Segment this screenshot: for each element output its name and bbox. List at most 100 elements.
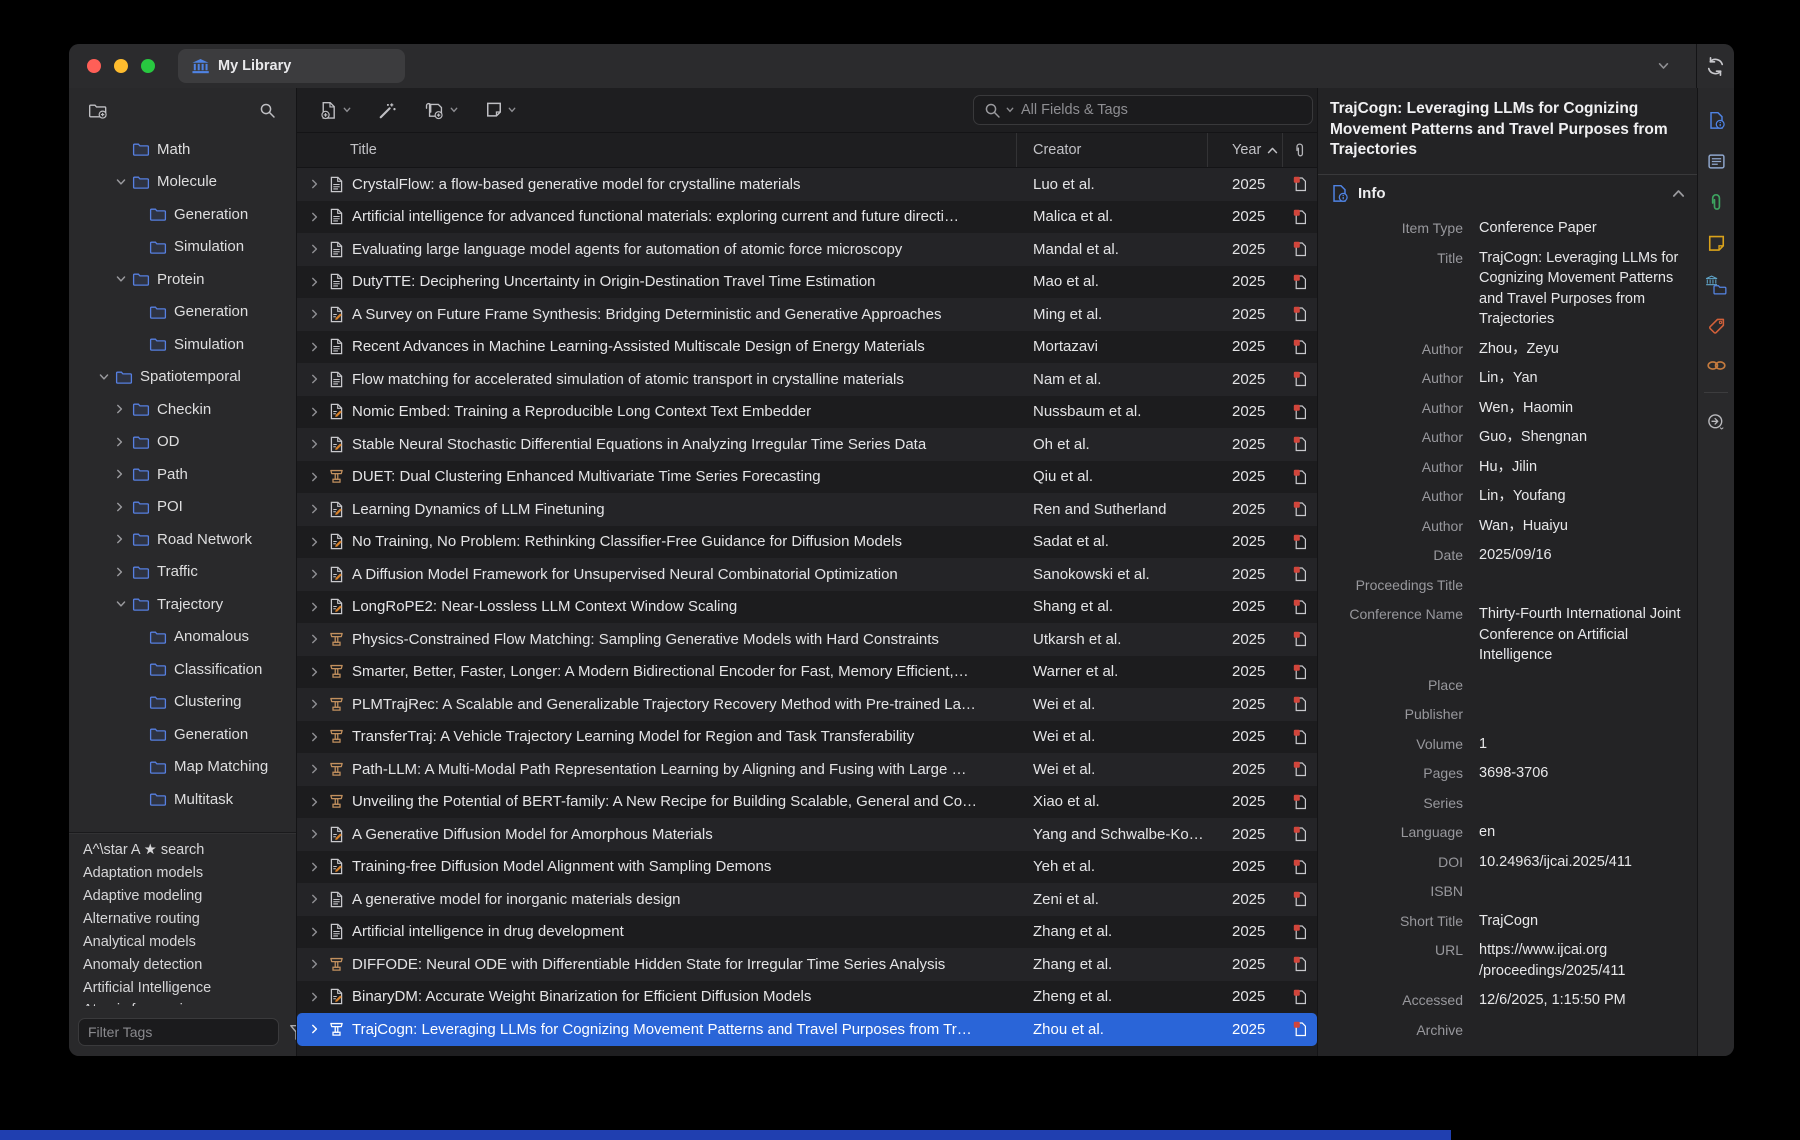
- new-collection-button[interactable]: [88, 102, 108, 119]
- new-note-button[interactable]: [485, 101, 516, 119]
- collection-traffic[interactable]: Traffic: [69, 556, 296, 589]
- row-twisty-icon[interactable]: [311, 698, 323, 710]
- new-item-button[interactable]: [319, 101, 351, 120]
- row-twisty-icon[interactable]: [311, 796, 323, 808]
- tag-item[interactable]: Adaptation models: [69, 862, 296, 885]
- tag-item[interactable]: Anomaly detection: [69, 954, 296, 977]
- item-row[interactable]: TransferTraj: A Vehicle Trajectory Learn…: [297, 721, 1317, 754]
- tag-item[interactable]: Atomic force microscopy: [69, 1000, 296, 1006]
- row-twisty-icon[interactable]: [311, 276, 323, 288]
- collection-math[interactable]: Math: [69, 133, 296, 166]
- field-value[interactable]: 10.24963/ijcai.2025/411: [1479, 852, 1687, 873]
- collection-molecule[interactable]: Molecule: [69, 166, 296, 199]
- field-value[interactable]: en: [1479, 822, 1687, 843]
- row-twisty-icon[interactable]: [311, 991, 323, 1003]
- item-row[interactable]: DUET: Dual Clustering Enhanced Multivari…: [297, 461, 1317, 494]
- tree-twisty-icon[interactable]: [116, 178, 132, 186]
- minimize-window-button[interactable]: [114, 59, 128, 73]
- item-row[interactable]: A Generative Diffusion Model for Amorpho…: [297, 818, 1317, 851]
- collection-checkin[interactable]: Checkin: [69, 393, 296, 426]
- row-twisty-icon[interactable]: [311, 601, 323, 613]
- column-header-year[interactable]: Year: [1208, 133, 1283, 167]
- collection-anomalous[interactable]: Anomalous: [69, 621, 296, 654]
- filter-tags-input[interactable]: [78, 1018, 279, 1046]
- pdf-attachment-icon[interactable]: [1283, 371, 1317, 387]
- pdf-attachment-icon[interactable]: [1283, 176, 1317, 192]
- row-twisty-icon[interactable]: [311, 633, 323, 645]
- collection-search-button[interactable]: [259, 102, 276, 119]
- column-header-title[interactable]: Title: [297, 133, 1017, 167]
- field-value[interactable]: [1479, 704, 1687, 725]
- tree-twisty-icon[interactable]: [116, 566, 132, 578]
- item-row[interactable]: Artificial intelligence in drug developm…: [297, 916, 1317, 949]
- pane-tab-info-icon[interactable]: [1707, 111, 1726, 130]
- item-row[interactable]: No Training, No Problem: Rethinking Clas…: [297, 526, 1317, 559]
- tag-item[interactable]: Analytical models: [69, 931, 296, 954]
- item-row[interactable]: LongRoPE2: Near-Lossless LLM Context Win…: [297, 591, 1317, 624]
- item-row[interactable]: Path-LLM: A Multi-Modal Path Representat…: [297, 753, 1317, 786]
- item-row[interactable]: Stable Neural Stochastic Differential Eq…: [297, 428, 1317, 461]
- pdf-attachment-icon[interactable]: [1283, 436, 1317, 452]
- row-twisty-icon[interactable]: [311, 503, 323, 515]
- pane-tab-attachments-icon[interactable]: [1707, 193, 1726, 212]
- tag-item[interactable]: Adaptive modeling: [69, 885, 296, 908]
- collection-multitask[interactable]: Multitask: [69, 783, 296, 816]
- collection-generation[interactable]: Generation: [69, 198, 296, 231]
- row-twisty-icon[interactable]: [311, 406, 323, 418]
- item-row[interactable]: Training-free Diffusion Model Alignment …: [297, 851, 1317, 884]
- collection-generation[interactable]: Generation: [69, 718, 296, 751]
- field-value[interactable]: Hu，Jilin: [1479, 457, 1687, 478]
- field-value[interactable]: 2025/09/16: [1479, 545, 1687, 566]
- item-row[interactable]: Recent Advances in Machine Learning-Assi…: [297, 331, 1317, 364]
- item-row[interactable]: BinaryDM: Accurate Weight Binarization f…: [297, 981, 1317, 1014]
- tree-twisty-icon[interactable]: [116, 468, 132, 480]
- collection-poi[interactable]: POI: [69, 491, 296, 524]
- item-row[interactable]: Nomic Embed: Training a Reproducible Lon…: [297, 396, 1317, 429]
- collection-map-matching[interactable]: Map Matching: [69, 751, 296, 784]
- collection-spatiotemporal[interactable]: Spatiotemporal: [69, 361, 296, 394]
- tab-my-library[interactable]: My Library: [178, 49, 405, 83]
- pdf-attachment-icon[interactable]: [1283, 501, 1317, 517]
- tree-twisty-icon[interactable]: [116, 403, 132, 415]
- pane-tab-related-icon[interactable]: [1706, 358, 1727, 373]
- row-twisty-icon[interactable]: [311, 926, 323, 938]
- field-value[interactable]: TrajCogn: [1479, 911, 1687, 932]
- pdf-attachment-icon[interactable]: [1283, 306, 1317, 322]
- tree-twisty-icon[interactable]: [116, 275, 132, 283]
- pdf-attachment-icon[interactable]: [1283, 274, 1317, 290]
- pdf-attachment-icon[interactable]: [1283, 339, 1317, 355]
- item-row[interactable]: CrystalFlow: a flow-based generative mod…: [297, 168, 1317, 201]
- info-section-header[interactable]: Info: [1318, 175, 1697, 212]
- row-twisty-icon[interactable]: [311, 763, 323, 775]
- row-twisty-icon[interactable]: [311, 731, 323, 743]
- item-row[interactable]: Artificial intelligence for advanced fun…: [297, 201, 1317, 234]
- row-twisty-icon[interactable]: [311, 308, 323, 320]
- tree-twisty-icon[interactable]: [116, 436, 132, 448]
- item-row[interactable]: Evaluating large language model agents f…: [297, 233, 1317, 266]
- item-row[interactable]: Unveiling the Potential of BERT-family: …: [297, 786, 1317, 819]
- collapse-section-chevron-icon[interactable]: [1672, 189, 1685, 198]
- field-value[interactable]: [1479, 793, 1687, 814]
- row-twisty-icon[interactable]: [311, 861, 323, 873]
- row-twisty-icon[interactable]: [311, 438, 323, 450]
- row-twisty-icon[interactable]: [311, 666, 323, 678]
- field-value[interactable]: [1479, 881, 1687, 902]
- field-value[interactable]: Guo，Shengnan: [1479, 427, 1687, 448]
- field-value[interactable]: https://www.ijcai.org /proceedings/2025/…: [1479, 940, 1687, 981]
- field-value[interactable]: TrajCogn: Leveraging LLMs for Cognizing …: [1479, 248, 1687, 330]
- new-attachment-button[interactable]: [424, 101, 458, 120]
- column-header-creator[interactable]: Creator: [1017, 133, 1208, 167]
- close-window-button[interactable]: [87, 59, 101, 73]
- collection-simulation[interactable]: Simulation: [69, 328, 296, 361]
- tag-item[interactable]: Alternative routing: [69, 908, 296, 931]
- collection-road-network[interactable]: Road Network: [69, 523, 296, 556]
- field-value[interactable]: 1: [1479, 734, 1687, 755]
- row-twisty-icon[interactable]: [311, 373, 323, 385]
- pdf-attachment-icon[interactable]: [1283, 1021, 1317, 1037]
- sync-button[interactable]: [1697, 56, 1734, 77]
- item-row[interactable]: Smarter, Better, Faster, Longer: A Moder…: [297, 656, 1317, 689]
- row-twisty-icon[interactable]: [311, 958, 323, 970]
- row-twisty-icon[interactable]: [311, 1023, 323, 1035]
- pdf-attachment-icon[interactable]: [1283, 241, 1317, 257]
- collection-classification[interactable]: Classification: [69, 653, 296, 686]
